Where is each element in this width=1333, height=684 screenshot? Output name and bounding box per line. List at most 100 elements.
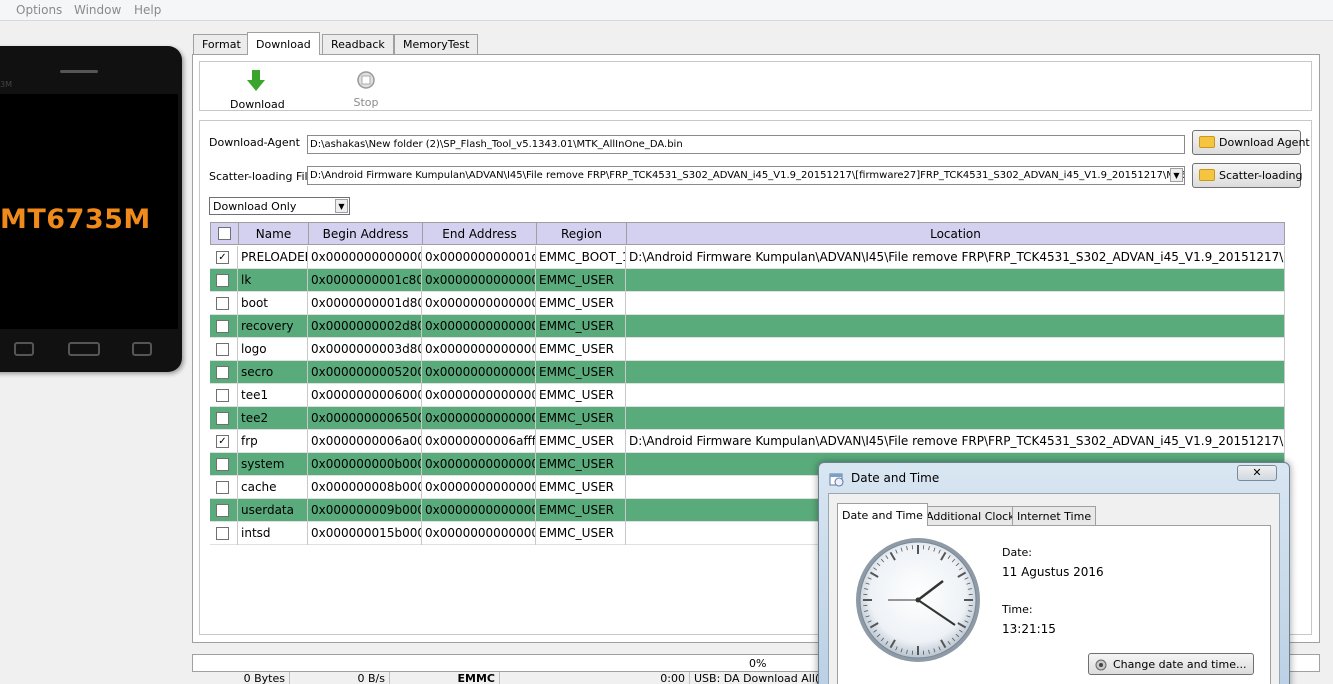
- row-checkbox[interactable]: [216, 320, 229, 333]
- menu-help[interactable]: Help: [134, 3, 161, 17]
- progress-text: 0%: [749, 657, 767, 670]
- table-row[interactable]: boot0x0000000001d800000x0000000000000000…: [210, 292, 1285, 315]
- download-agent-path[interactable]: D:\ashakas\New folder (2)\SP_Flash_Tool_…: [307, 135, 1185, 154]
- date-label: Date:: [1002, 546, 1032, 559]
- folder-icon: [1199, 169, 1215, 181]
- table-row[interactable]: secro0x00000000052000000x000000000000000…: [210, 361, 1285, 384]
- checkbox-cell: [210, 269, 238, 292]
- cell-begin: 0x0000000001d80000: [308, 292, 422, 315]
- chevron-down-icon[interactable]: ▼: [335, 199, 348, 213]
- row-checkbox[interactable]: [216, 343, 229, 356]
- cell-end: 0x0000000000000000: [422, 522, 536, 545]
- row-checkbox[interactable]: [216, 389, 229, 402]
- calendar-clock-icon: [829, 473, 844, 487]
- checkbox-cell: [210, 453, 238, 476]
- scatter-path-select[interactable]: D:\Android Firmware Kumpulan\ADVAN\I45\F…: [307, 166, 1185, 185]
- scatter-path: D:\Android Firmware Kumpulan\ADVAN\I45\F…: [310, 170, 1185, 181]
- home-key-icon: [68, 342, 100, 356]
- cell-begin: 0x000000009b000000: [308, 499, 422, 522]
- cell-begin: 0x0000000006500000: [308, 407, 422, 430]
- cell-name: cache: [238, 476, 308, 499]
- cell-begin: 0x0000000002d80000: [308, 315, 422, 338]
- cell-begin: 0x0000000003d80000: [308, 338, 422, 361]
- cell-region: EMMC_USER: [536, 522, 626, 545]
- status-bytes: 0 Bytes: [192, 672, 290, 684]
- cell-name: tee2: [238, 407, 308, 430]
- cell-name: lk: [238, 269, 308, 292]
- select-all-checkbox[interactable]: [218, 227, 231, 240]
- shield-icon: [1095, 659, 1107, 671]
- table-row[interactable]: tee10x00000000060000000x0000000000000000…: [210, 384, 1285, 407]
- row-checkbox[interactable]: [216, 458, 229, 471]
- cell-name: system: [238, 453, 308, 476]
- mode-select[interactable]: Download Only ▼: [209, 197, 350, 215]
- table-row[interactable]: tee20x00000000065000000x0000000000000000…: [210, 407, 1285, 430]
- cell-name: boot: [238, 292, 308, 315]
- tab-format[interactable]: Format: [193, 34, 250, 54]
- scatter-label: Scatter-loading File: [209, 170, 315, 183]
- cell-region: EMMC_USER: [536, 269, 626, 292]
- table-row[interactable]: recovery0x0000000002d800000x000000000000…: [210, 315, 1285, 338]
- toolbar: Download Stop: [199, 61, 1312, 111]
- cell-name: userdata: [238, 499, 308, 522]
- tab-internet-time[interactable]: Internet Time: [1012, 506, 1097, 526]
- menu-key-icon: [14, 342, 34, 356]
- table-row[interactable]: logo0x0000000003d800000x0000000000000000…: [210, 338, 1285, 361]
- cell-name: tee1: [238, 384, 308, 407]
- col-begin-address[interactable]: Begin Address: [309, 223, 423, 244]
- cell-end: 0x0000000000000000: [422, 476, 536, 499]
- cell-region: EMMC_USER: [536, 407, 626, 430]
- close-button[interactable]: ✕: [1237, 465, 1277, 481]
- checkbox-cell: [210, 476, 238, 499]
- cell-region: EMMC_USER: [536, 430, 626, 453]
- chevron-down-icon[interactable]: ▼: [1170, 168, 1183, 182]
- row-checkbox[interactable]: ✓: [216, 435, 229, 448]
- table-row[interactable]: ✓ PRELOADER0x00000000000000000x0000000000…: [210, 246, 1285, 269]
- row-checkbox[interactable]: [216, 527, 229, 540]
- row-checkbox[interactable]: ✓: [216, 251, 229, 264]
- row-checkbox[interactable]: [216, 366, 229, 379]
- tab-additional-clocks[interactable]: Additional Clocks: [921, 506, 1026, 526]
- tab-readback[interactable]: Readback: [322, 34, 394, 54]
- cell-end: 0x0000000000000000: [422, 361, 536, 384]
- cell-end: 0x0000000000000000: [422, 499, 536, 522]
- status-rate: 0 B/s: [290, 672, 390, 684]
- download-agent-button-label: Download Agent: [1219, 136, 1310, 149]
- download-button[interactable]: Download: [230, 70, 285, 111]
- change-date-time-button[interactable]: Change date and time...: [1088, 653, 1254, 675]
- stop-button[interactable]: Stop: [348, 70, 384, 109]
- row-checkbox[interactable]: [216, 412, 229, 425]
- date-value: 11 Agustus 2016: [1002, 565, 1104, 579]
- download-arrow-icon: [247, 70, 265, 91]
- col-location[interactable]: Location: [627, 223, 1284, 244]
- cell-location: [626, 361, 1285, 384]
- cell-begin: 0x0000000006000000: [308, 384, 422, 407]
- table-row[interactable]: lk0x0000000001c800000x0000000000000000EM…: [210, 269, 1285, 292]
- dialog-body: Date and Time Additional Clocks Internet…: [828, 493, 1280, 684]
- tab-date-and-time[interactable]: Date and Time: [837, 503, 928, 526]
- menu-window[interactable]: Window: [74, 3, 121, 17]
- menu-options[interactable]: Options: [16, 3, 62, 17]
- checkbox-cell: ✓: [210, 430, 238, 453]
- cell-region: EMMC_USER: [536, 315, 626, 338]
- tab-download[interactable]: Download: [247, 32, 320, 55]
- row-checkbox[interactable]: [216, 481, 229, 494]
- col-name[interactable]: Name: [239, 223, 309, 244]
- col-end-address[interactable]: End Address: [423, 223, 537, 244]
- chip-label: MT6735M: [0, 204, 151, 235]
- cell-region: EMMC_BOOT_1: [536, 246, 626, 269]
- table-row[interactable]: ✓ frp0x0000000006a000000x0000000006afffff…: [210, 430, 1285, 453]
- cell-location: [626, 269, 1285, 292]
- row-checkbox[interactable]: [216, 297, 229, 310]
- download-agent-button[interactable]: Download Agent: [1192, 130, 1310, 155]
- col-region[interactable]: Region: [537, 223, 627, 244]
- scatter-loading-button[interactable]: Scatter-loading: [1192, 163, 1302, 188]
- row-checkbox[interactable]: [216, 274, 229, 287]
- row-checkbox[interactable]: [216, 504, 229, 517]
- checkbox-cell: [210, 522, 238, 545]
- tab-memorytest[interactable]: MemoryTest: [394, 34, 479, 54]
- download-agent-label: Download-Agent: [209, 136, 300, 149]
- cell-end: 0x0000000000000000: [422, 315, 536, 338]
- cell-begin: 0x000000015b000000: [308, 522, 422, 545]
- checkbox-cell: ✓: [210, 246, 238, 269]
